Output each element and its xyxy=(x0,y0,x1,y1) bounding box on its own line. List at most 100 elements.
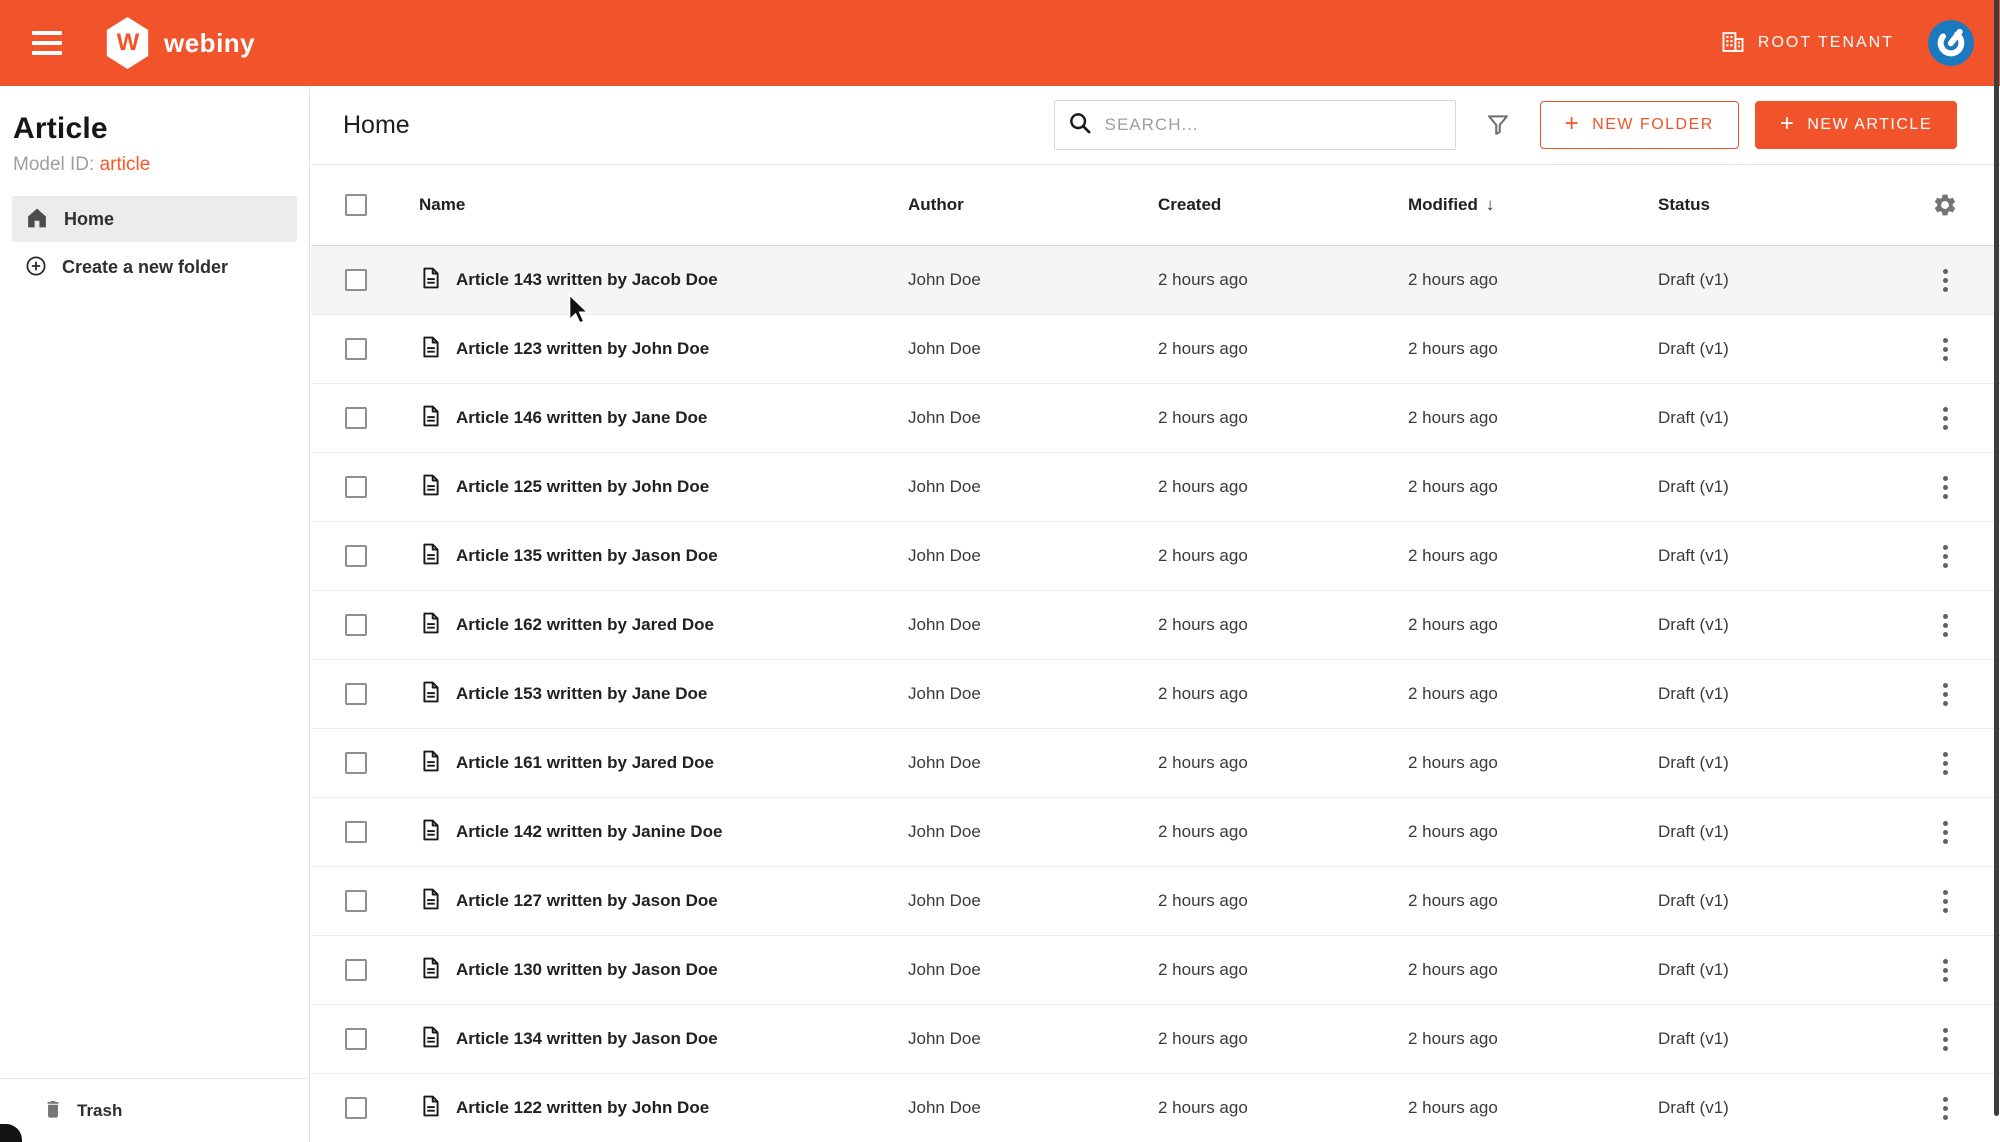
row-author: John Doe xyxy=(908,753,981,772)
webiny-logo[interactable]: W webiny xyxy=(104,17,255,69)
sidebar-item-trash[interactable]: Trash xyxy=(0,1078,309,1142)
row-checkbox[interactable] xyxy=(345,1028,367,1050)
row-name[interactable]: Article 135 written by Jason Doe xyxy=(456,546,718,566)
table-row[interactable]: Article 127 written by Jason Doe John Do… xyxy=(311,867,2000,936)
row-status: Draft (v1) xyxy=(1658,753,1729,772)
row-actions-kebab-icon[interactable] xyxy=(1935,399,1956,438)
table-body: Article 143 written by Jacob Doe John Do… xyxy=(311,246,2000,1142)
select-all-checkbox[interactable] xyxy=(345,194,367,216)
row-checkbox[interactable] xyxy=(345,269,367,291)
row-checkbox[interactable] xyxy=(345,890,367,912)
new-article-button[interactable]: + NEW ARTICLE xyxy=(1754,101,1957,149)
row-modified: 2 hours ago xyxy=(1408,960,1498,979)
row-author: John Doe xyxy=(908,960,981,979)
row-name[interactable]: Article 125 written by John Doe xyxy=(456,477,709,497)
document-icon xyxy=(419,473,443,502)
plus-circle-icon xyxy=(24,254,48,281)
row-actions-kebab-icon[interactable] xyxy=(1935,468,1956,507)
row-actions-kebab-icon[interactable] xyxy=(1935,882,1956,921)
tenant-selector[interactable]: ROOT TENANT xyxy=(1720,29,1894,58)
table-settings-gear-icon[interactable] xyxy=(1932,192,1958,218)
plus-icon: + xyxy=(1564,110,1581,137)
table-row[interactable]: Article 153 written by Jane Doe John Doe… xyxy=(311,660,2000,729)
row-checkbox[interactable] xyxy=(345,545,367,567)
sort-desc-icon: ↓ xyxy=(1485,195,1495,214)
row-actions-kebab-icon[interactable] xyxy=(1935,675,1956,714)
column-header-created[interactable]: Created xyxy=(1140,195,1390,215)
table-row[interactable]: Article 130 written by Jason Doe John Do… xyxy=(311,936,2000,1005)
top-app-bar: W webiny ROOT TENANT xyxy=(0,0,2000,86)
row-modified: 2 hours ago xyxy=(1408,891,1498,910)
model-id-value[interactable]: article xyxy=(100,154,151,175)
menu-icon[interactable] xyxy=(28,29,66,57)
row-actions-kebab-icon[interactable] xyxy=(1935,813,1956,852)
vertical-scrollbar[interactable] xyxy=(1994,0,1999,1116)
table-row[interactable]: Article 146 written by Jane Doe John Doe… xyxy=(311,384,2000,453)
column-header-name[interactable]: Name xyxy=(401,195,890,215)
search-input[interactable] xyxy=(1104,115,1443,135)
row-author: John Doe xyxy=(908,1098,981,1117)
column-header-status[interactable]: Status xyxy=(1640,195,1890,215)
row-status: Draft (v1) xyxy=(1658,891,1729,910)
row-name[interactable]: Article 162 written by Jared Doe xyxy=(456,615,714,635)
row-checkbox[interactable] xyxy=(345,338,367,360)
row-checkbox[interactable] xyxy=(345,752,367,774)
document-icon xyxy=(419,749,443,778)
row-name[interactable]: Article 146 written by Jane Doe xyxy=(456,408,707,428)
plus-icon: + xyxy=(1779,110,1796,137)
row-actions-kebab-icon[interactable] xyxy=(1935,330,1956,369)
table-header-row: Name Author Created Modified ↓ Status xyxy=(311,165,2000,246)
row-name[interactable]: Article 123 written by John Doe xyxy=(456,339,709,359)
user-avatar[interactable] xyxy=(1928,20,1974,66)
row-actions-kebab-icon[interactable] xyxy=(1935,1089,1956,1128)
row-checkbox[interactable] xyxy=(345,1097,367,1119)
search-box[interactable] xyxy=(1053,100,1456,150)
row-checkbox[interactable] xyxy=(345,821,367,843)
content-area: Home + NEW FOLDER + xyxy=(311,86,2000,1142)
table-row[interactable]: Article 122 written by John Doe John Doe… xyxy=(311,1074,2000,1142)
row-name[interactable]: Article 130 written by Jason Doe xyxy=(456,960,718,980)
row-actions-kebab-icon[interactable] xyxy=(1935,744,1956,783)
row-name[interactable]: Article 122 written by John Doe xyxy=(456,1098,709,1118)
sidebar-item-home[interactable]: Home xyxy=(12,196,297,242)
row-actions-kebab-icon[interactable] xyxy=(1935,261,1956,300)
row-name[interactable]: Article 153 written by Jane Doe xyxy=(456,684,707,704)
row-checkbox[interactable] xyxy=(345,683,367,705)
row-name[interactable]: Article 142 written by Janine Doe xyxy=(456,822,722,842)
row-name[interactable]: Article 127 written by Jason Doe xyxy=(456,891,718,911)
new-folder-button[interactable]: + NEW FOLDER xyxy=(1539,101,1739,149)
table-row[interactable]: Article 142 written by Janine Doe John D… xyxy=(311,798,2000,867)
row-checkbox[interactable] xyxy=(345,614,367,636)
row-checkbox[interactable] xyxy=(345,959,367,981)
filter-icon[interactable] xyxy=(1484,111,1512,139)
column-header-author[interactable]: Author xyxy=(890,195,1140,215)
row-status: Draft (v1) xyxy=(1658,684,1729,703)
row-actions-kebab-icon[interactable] xyxy=(1935,606,1956,645)
document-icon xyxy=(419,542,443,571)
row-actions-kebab-icon[interactable] xyxy=(1935,1020,1956,1059)
column-header-modified[interactable]: Modified ↓ xyxy=(1390,195,1640,215)
row-name[interactable]: Article 143 written by Jacob Doe xyxy=(456,270,718,290)
table-row[interactable]: Article 125 written by John Doe John Doe… xyxy=(311,453,2000,522)
row-created: 2 hours ago xyxy=(1158,546,1248,565)
row-created: 2 hours ago xyxy=(1158,960,1248,979)
row-name[interactable]: Article 161 written by Jared Doe xyxy=(456,753,714,773)
table-row[interactable]: Article 134 written by Jason Doe John Do… xyxy=(311,1005,2000,1074)
table-row[interactable]: Article 162 written by Jared Doe John Do… xyxy=(311,591,2000,660)
table-row[interactable]: Article 161 written by Jared Doe John Do… xyxy=(311,729,2000,798)
row-actions-kebab-icon[interactable] xyxy=(1935,537,1956,576)
row-name[interactable]: Article 134 written by Jason Doe xyxy=(456,1029,718,1049)
sidebar-item-create-folder[interactable]: Create a new folder xyxy=(12,244,297,290)
row-actions-kebab-icon[interactable] xyxy=(1935,951,1956,990)
row-created: 2 hours ago xyxy=(1158,339,1248,358)
row-status: Draft (v1) xyxy=(1658,615,1729,634)
document-icon xyxy=(419,887,443,916)
trash-icon xyxy=(42,1098,64,1123)
table-row[interactable]: Article 135 written by Jason Doe John Do… xyxy=(311,522,2000,591)
row-checkbox[interactable] xyxy=(345,476,367,498)
table-row[interactable]: Article 143 written by Jacob Doe John Do… xyxy=(311,246,2000,315)
row-created: 2 hours ago xyxy=(1158,684,1248,703)
row-checkbox[interactable] xyxy=(345,407,367,429)
table-row[interactable]: Article 123 written by John Doe John Doe… xyxy=(311,315,2000,384)
row-created: 2 hours ago xyxy=(1158,477,1248,496)
